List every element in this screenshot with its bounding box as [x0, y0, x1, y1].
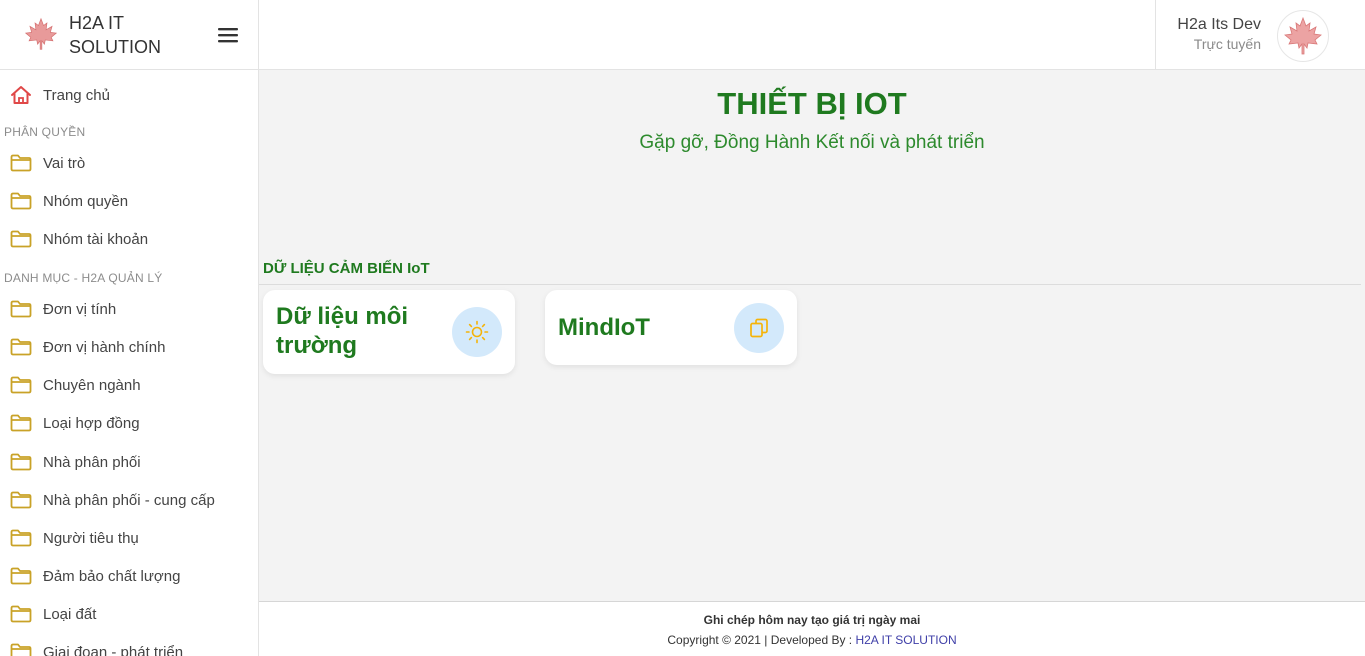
footer: Ghi chép hôm nay tạo giá trị ngày mai Co… — [259, 601, 1365, 656]
sidebar-item-label: Đơn vị hành chính — [43, 338, 166, 356]
hamburger-menu-icon[interactable] — [216, 24, 240, 46]
sidebar-item-dam-bao-chat-luong[interactable]: Đảm bảo chất lượng — [0, 557, 258, 595]
card-title: MindIoT — [558, 314, 650, 341]
card-title: Dữ liệu môi trường — [276, 303, 409, 359]
sidebar-item-label: Nhóm tài khoản — [43, 230, 149, 248]
sidebar-item-label: Loại hợp đồng — [43, 414, 140, 432]
sidebar-item-nha-phan-phoi[interactable]: Nhà phân phối — [0, 443, 258, 481]
card-mindiot[interactable]: MindIoT — [545, 290, 797, 365]
sidebar-item-nguoi-tieu-thu[interactable]: Người tiêu thụ — [0, 519, 258, 557]
page-title: THIẾT BỊ IOT — [717, 86, 907, 121]
sidebar-item-don-vi-tinh[interactable]: Đơn vị tính — [0, 290, 258, 328]
sidebar-item-nhom-tai-khoan[interactable]: Nhóm tài khoản — [0, 220, 258, 258]
page-subtitle: Gặp gỡ, Đồng Hành Kết nối và phát triển — [639, 132, 985, 153]
sidebar-item-chuyen-nganh[interactable]: Chuyên ngành — [0, 366, 258, 404]
copy-icon — [734, 303, 784, 353]
folder-icon — [10, 229, 32, 249]
sidebar-item-label: Chuyên ngành — [43, 376, 141, 394]
folder-icon — [10, 604, 32, 624]
sidebar-item-nha-phan-phoi-cung-cap[interactable]: Nhà phân phối - cung cấp — [0, 481, 258, 519]
sidebar-section-title: DANH MỤC - H2A QUẢN LÝ — [4, 271, 163, 285]
sidebar-item-label: Nhà phân phối — [43, 453, 141, 471]
sidebar-item-loai-dat[interactable]: Loại đất — [0, 595, 258, 633]
folder-icon — [10, 375, 32, 395]
sidebar-item-label: Trang chủ — [43, 86, 110, 104]
brand-name: H2A IT SOLUTION — [69, 13, 162, 57]
sidebar-item-label: Đảm bảo chất lượng — [43, 567, 181, 585]
folder-icon — [10, 490, 32, 510]
sidebar: Trang chủ PHÂN QUYỀN Vai trò Nhóm quyền … — [0, 70, 259, 656]
sidebar-item-label: Đơn vị tính — [43, 300, 117, 318]
user-status: Trực tuyến — [1193, 36, 1261, 52]
top-bar: H2A IT SOLUTION H2a Its Dev Trực tuyến — [0, 0, 1365, 70]
sidebar-item-don-vi-hanh-chinh[interactable]: Đơn vị hành chính — [0, 328, 258, 366]
maple-leaf-avatar-icon — [1284, 16, 1322, 55]
user-name: H2a Its Dev — [1177, 16, 1261, 33]
sidebar-item-label: Người tiêu thụ — [43, 529, 139, 547]
folder-icon — [10, 413, 32, 433]
sidebar-item-label: Nhóm quyền — [43, 192, 129, 210]
sidebar-item-label: Vai trò — [43, 154, 86, 172]
folder-icon — [10, 566, 32, 586]
sidebar-item-label: Nhà phân phối - cung cấp — [43, 491, 215, 509]
avatar[interactable] — [1277, 10, 1329, 62]
folder-icon — [10, 642, 32, 656]
home-icon — [10, 85, 32, 105]
card-environment-data[interactable]: Dữ liệu môi trường — [263, 290, 515, 374]
sidebar-item-label: Loại đất — [43, 605, 97, 623]
user-menu[interactable]: H2a Its Dev Trực tuyến — [1155, 0, 1365, 70]
folder-icon — [10, 299, 32, 319]
sidebar-item-nhom-quyen[interactable]: Nhóm quyền — [0, 182, 258, 220]
brand: H2A IT SOLUTION — [0, 0, 259, 70]
folder-icon — [10, 337, 32, 357]
sidebar-section-title: PHÂN QUYỀN — [4, 125, 86, 139]
folder-icon — [10, 528, 32, 548]
maple-leaf-logo-icon — [24, 17, 58, 50]
sun-icon — [452, 307, 502, 357]
main-content: THIẾT BỊ IOT Gặp gỡ, Đồng Hành Kết nối v… — [259, 70, 1365, 601]
sidebar-item-vai-tro[interactable]: Vai trò — [0, 144, 258, 182]
footer-tagline: Ghi chép hôm nay tạo giá trị ngày mai — [703, 613, 921, 627]
divider — [259, 284, 1361, 285]
folder-icon — [10, 153, 32, 173]
footer-copyright: Copyright © 2021 | Developed By : H2A IT… — [259, 633, 1365, 647]
sidebar-item-home[interactable]: Trang chủ — [0, 76, 258, 114]
sidebar-item-label: Giai đoạn - phát triển — [43, 643, 184, 656]
section-heading: DỮ LIỆU CẢM BIẾN IoT — [263, 260, 430, 277]
developer-link[interactable]: H2A IT SOLUTION — [855, 633, 956, 647]
folder-icon — [10, 191, 32, 211]
sidebar-item-giai-doan-phat-trien[interactable]: Giai đoạn - phát triển — [0, 633, 258, 656]
folder-icon — [10, 452, 32, 472]
sidebar-item-loai-hop-dong[interactable]: Loại hợp đồng — [0, 404, 258, 442]
copyright-text: Copyright © 2021 | Developed By : — [667, 633, 853, 647]
